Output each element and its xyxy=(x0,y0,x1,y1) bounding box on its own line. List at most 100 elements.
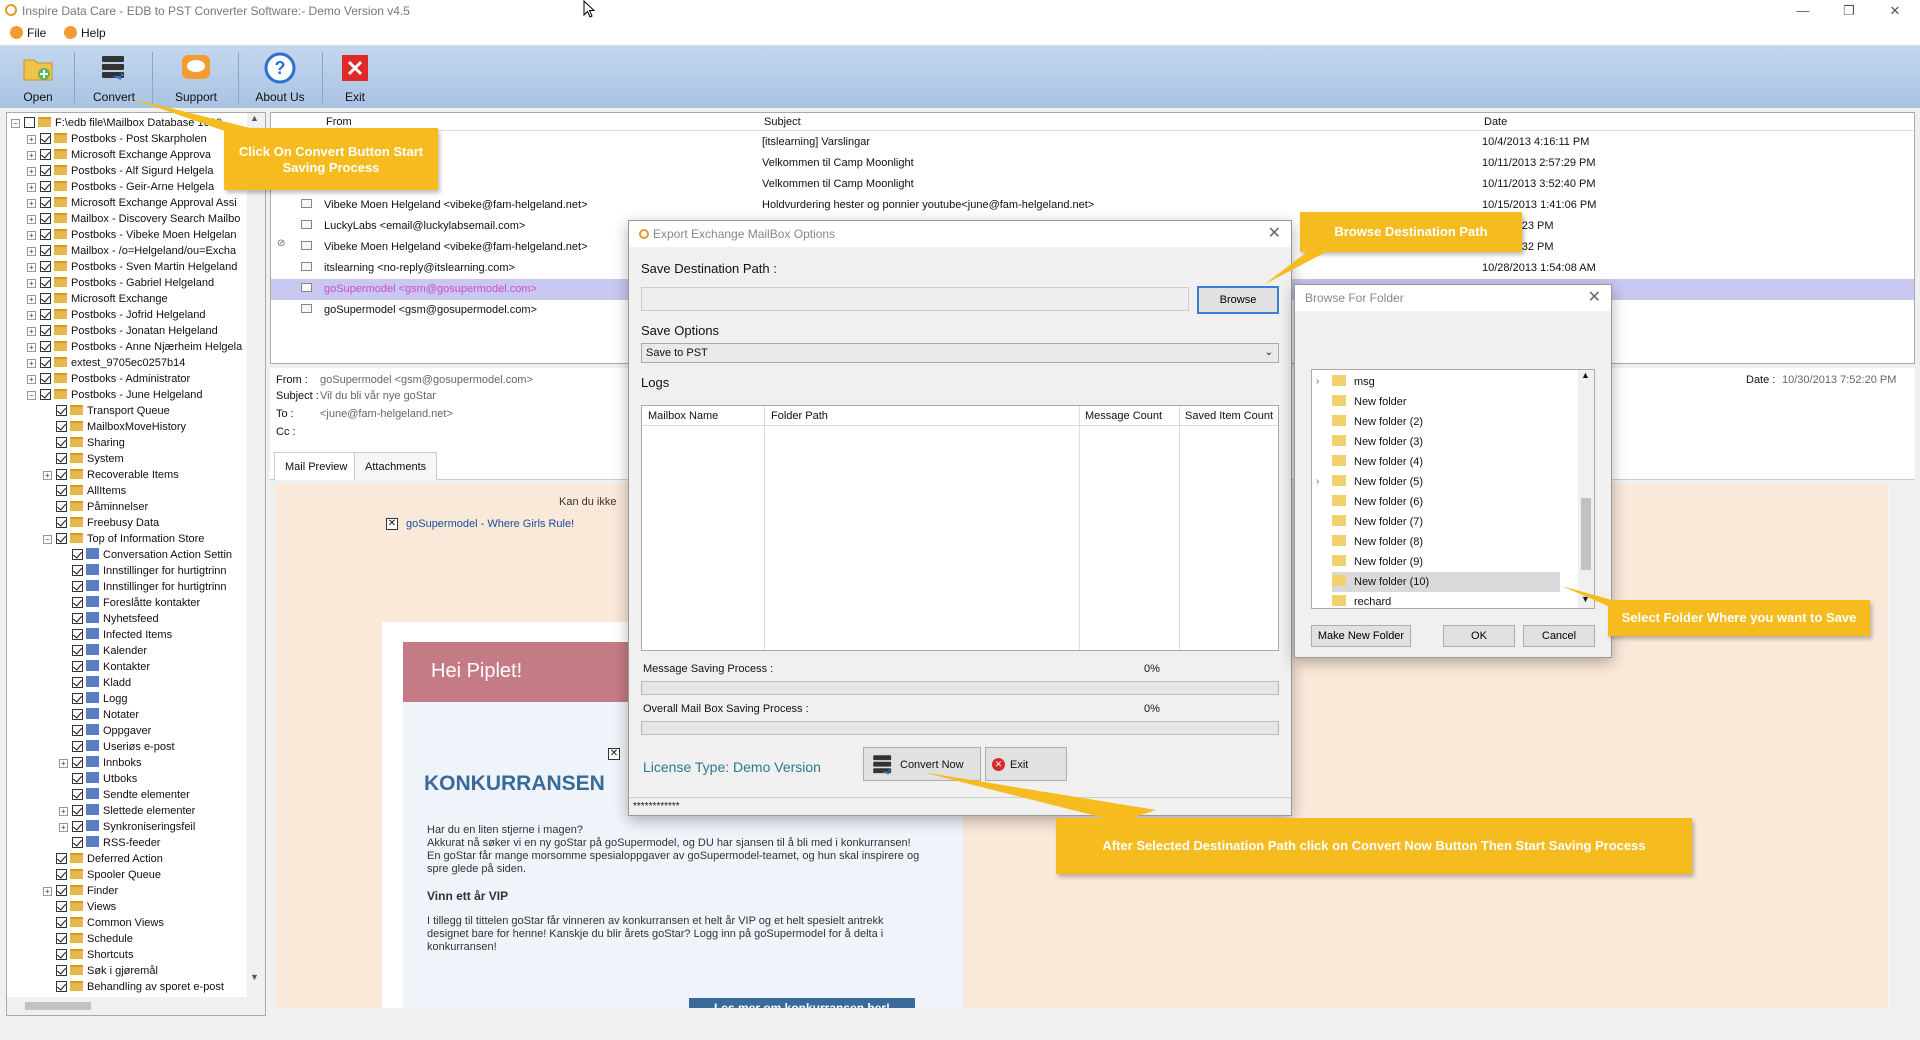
folder-item[interactable]: New folder (10) xyxy=(1332,572,1560,592)
checkbox[interactable] xyxy=(72,725,83,736)
tab-attachments[interactable]: Attachments xyxy=(354,452,438,480)
checkbox[interactable] xyxy=(40,213,51,224)
checkbox[interactable] xyxy=(40,181,51,192)
tree-subfolder[interactable]: + Synkroniseringsfeil xyxy=(59,819,195,835)
checkbox[interactable] xyxy=(72,821,83,832)
tree-folder[interactable]: Views xyxy=(43,899,116,915)
checkbox[interactable] xyxy=(56,437,67,448)
tree-folder[interactable]: − Top of Information Store xyxy=(43,531,204,547)
checkbox[interactable] xyxy=(72,565,83,576)
tree-folder[interactable]: Shortcuts xyxy=(43,947,133,963)
cancel-button[interactable]: Cancel xyxy=(1523,625,1595,647)
tree-subfolder[interactable]: + Slettede elementer xyxy=(59,803,195,819)
tree-mailbox[interactable]: + Postboks - Jofrid Helgeland xyxy=(27,307,206,323)
checkbox[interactable] xyxy=(56,917,67,928)
tree-folder[interactable]: Freebusy Data xyxy=(43,515,159,531)
folder-item[interactable]: rechard xyxy=(1332,592,1391,608)
checkbox[interactable] xyxy=(56,453,67,464)
tree-folder[interactable]: Spooler Queue xyxy=(43,867,161,883)
checkbox[interactable] xyxy=(72,597,83,608)
checkbox[interactable] xyxy=(56,421,67,432)
make-new-folder-button[interactable]: Make New Folder xyxy=(1311,625,1411,647)
tree-folder[interactable]: Sharing xyxy=(43,435,125,451)
checkbox[interactable] xyxy=(40,149,51,160)
expand-icon[interactable]: + xyxy=(27,215,36,224)
tree-folder[interactable]: MailboxMoveHistory xyxy=(43,419,186,435)
dest-path-input[interactable] xyxy=(641,287,1189,311)
checkbox[interactable] xyxy=(40,165,51,176)
checkbox[interactable] xyxy=(72,757,83,768)
checkbox[interactable] xyxy=(40,197,51,208)
checkbox[interactable] xyxy=(56,885,67,896)
checkbox[interactable] xyxy=(40,293,51,304)
tree-subfolder[interactable]: Notater xyxy=(59,707,139,723)
log-col-message-count[interactable]: Message Count xyxy=(1085,410,1162,422)
tree-mailbox[interactable]: + Postboks - Anne Njærheim Helgela xyxy=(27,339,242,355)
checkbox[interactable] xyxy=(56,533,67,544)
tree-vertical-scrollbar[interactable]: ▲ ▼ xyxy=(247,113,265,997)
tree-subfolder[interactable]: Kalender xyxy=(59,643,147,659)
checkbox[interactable] xyxy=(56,869,67,880)
checkbox[interactable] xyxy=(56,405,67,416)
expand-icon[interactable]: + xyxy=(27,375,36,384)
expand-icon[interactable]: + xyxy=(43,887,52,896)
checkbox[interactable] xyxy=(72,613,83,624)
folder-item[interactable]: New folder (8) xyxy=(1332,532,1423,552)
collapse-icon[interactable]: − xyxy=(43,535,52,544)
browse-button[interactable]: Browse xyxy=(1197,286,1279,314)
close-icon[interactable]: ✕ xyxy=(1872,0,1918,22)
tree-folder[interactable]: System xyxy=(43,451,124,467)
col-date[interactable]: Date xyxy=(1484,116,1507,128)
checkbox[interactable] xyxy=(40,245,51,256)
expand-icon[interactable]: + xyxy=(27,135,36,144)
menu-file[interactable]: File xyxy=(10,26,46,40)
tree-mailbox[interactable]: + Postboks - Jonatan Helgeland xyxy=(27,323,218,339)
tree-folder[interactable]: Søk i gjøremål xyxy=(43,963,158,979)
tree-folder[interactable]: + Finder xyxy=(43,883,118,899)
h-scroll-thumb[interactable] xyxy=(25,1002,91,1010)
folder-list-scrollbar[interactable]: ▲ ▼ xyxy=(1578,370,1594,608)
tree-subfolder[interactable]: Innstillinger for hurtigtrinn xyxy=(59,579,227,595)
tree-subfolder[interactable]: Sendte elementer xyxy=(59,787,190,803)
tree-subfolder[interactable]: RSS-feeder xyxy=(59,835,160,851)
checkbox[interactable] xyxy=(40,373,51,384)
tree-subfolder[interactable]: Utboks xyxy=(59,771,137,787)
expand-icon[interactable]: + xyxy=(27,343,36,352)
tree-mailbox[interactable]: + Postboks - Sven Martin Helgeland xyxy=(27,259,237,275)
folder-item[interactable]: New folder (9) xyxy=(1332,552,1423,572)
checkbox[interactable] xyxy=(56,901,67,912)
checkbox[interactable] xyxy=(40,309,51,320)
tree-subfolder[interactable]: Innstillinger for hurtigtrinn xyxy=(59,563,227,579)
tree-mailbox[interactable]: + Postboks - Administrator xyxy=(27,371,190,387)
tree-folder[interactable]: Påminnelser xyxy=(43,499,148,515)
checkbox[interactable] xyxy=(72,629,83,640)
tree-mailbox[interactable]: + Microsoft Exchange xyxy=(27,291,168,307)
read-more-button[interactable]: Les mer om konkurransen her! xyxy=(689,998,915,1008)
tree-subfolder[interactable]: Infected Items xyxy=(59,627,172,643)
tree-mailbox[interactable]: + Mailbox - /o=Helgeland/ou=Excha xyxy=(27,243,236,259)
expand-icon[interactable]: + xyxy=(27,295,36,304)
folder-item[interactable]: New folder (5) xyxy=(1332,472,1423,492)
tree-subfolder[interactable]: + Innboks xyxy=(59,755,142,771)
checkbox[interactable] xyxy=(72,693,83,704)
checkbox[interactable] xyxy=(40,341,51,352)
checkbox[interactable] xyxy=(56,949,67,960)
tree-folder[interactable]: Common Views xyxy=(43,915,164,931)
expand-icon[interactable]: + xyxy=(27,231,36,240)
folder-item[interactable]: New folder (6) xyxy=(1332,492,1423,512)
folder-item[interactable]: New folder (4) xyxy=(1332,452,1423,472)
maximize-icon[interactable]: ❐ xyxy=(1826,0,1872,22)
close-icon[interactable]: ✕ xyxy=(1588,285,1601,311)
minimize-icon[interactable]: — xyxy=(1780,0,1826,22)
log-col-folder[interactable]: Folder Path xyxy=(771,410,828,422)
log-col-saved-count[interactable]: Saved Item Count xyxy=(1185,410,1273,422)
folder-item[interactable]: New folder (3) xyxy=(1332,432,1423,452)
tree-subfolder[interactable]: Nyhetsfeed xyxy=(59,611,159,627)
tree-subfolder[interactable]: Oppgaver xyxy=(59,723,151,739)
expand-icon[interactable]: + xyxy=(43,471,52,480)
tree-subfolder[interactable]: Kladd xyxy=(59,675,131,691)
checkbox[interactable] xyxy=(72,661,83,672)
checkbox[interactable] xyxy=(40,229,51,240)
tree-mailbox[interactable]: + Postboks - Vibeke Moen Helgelan xyxy=(27,227,237,243)
folder-item[interactable]: New folder (7) xyxy=(1332,512,1423,532)
